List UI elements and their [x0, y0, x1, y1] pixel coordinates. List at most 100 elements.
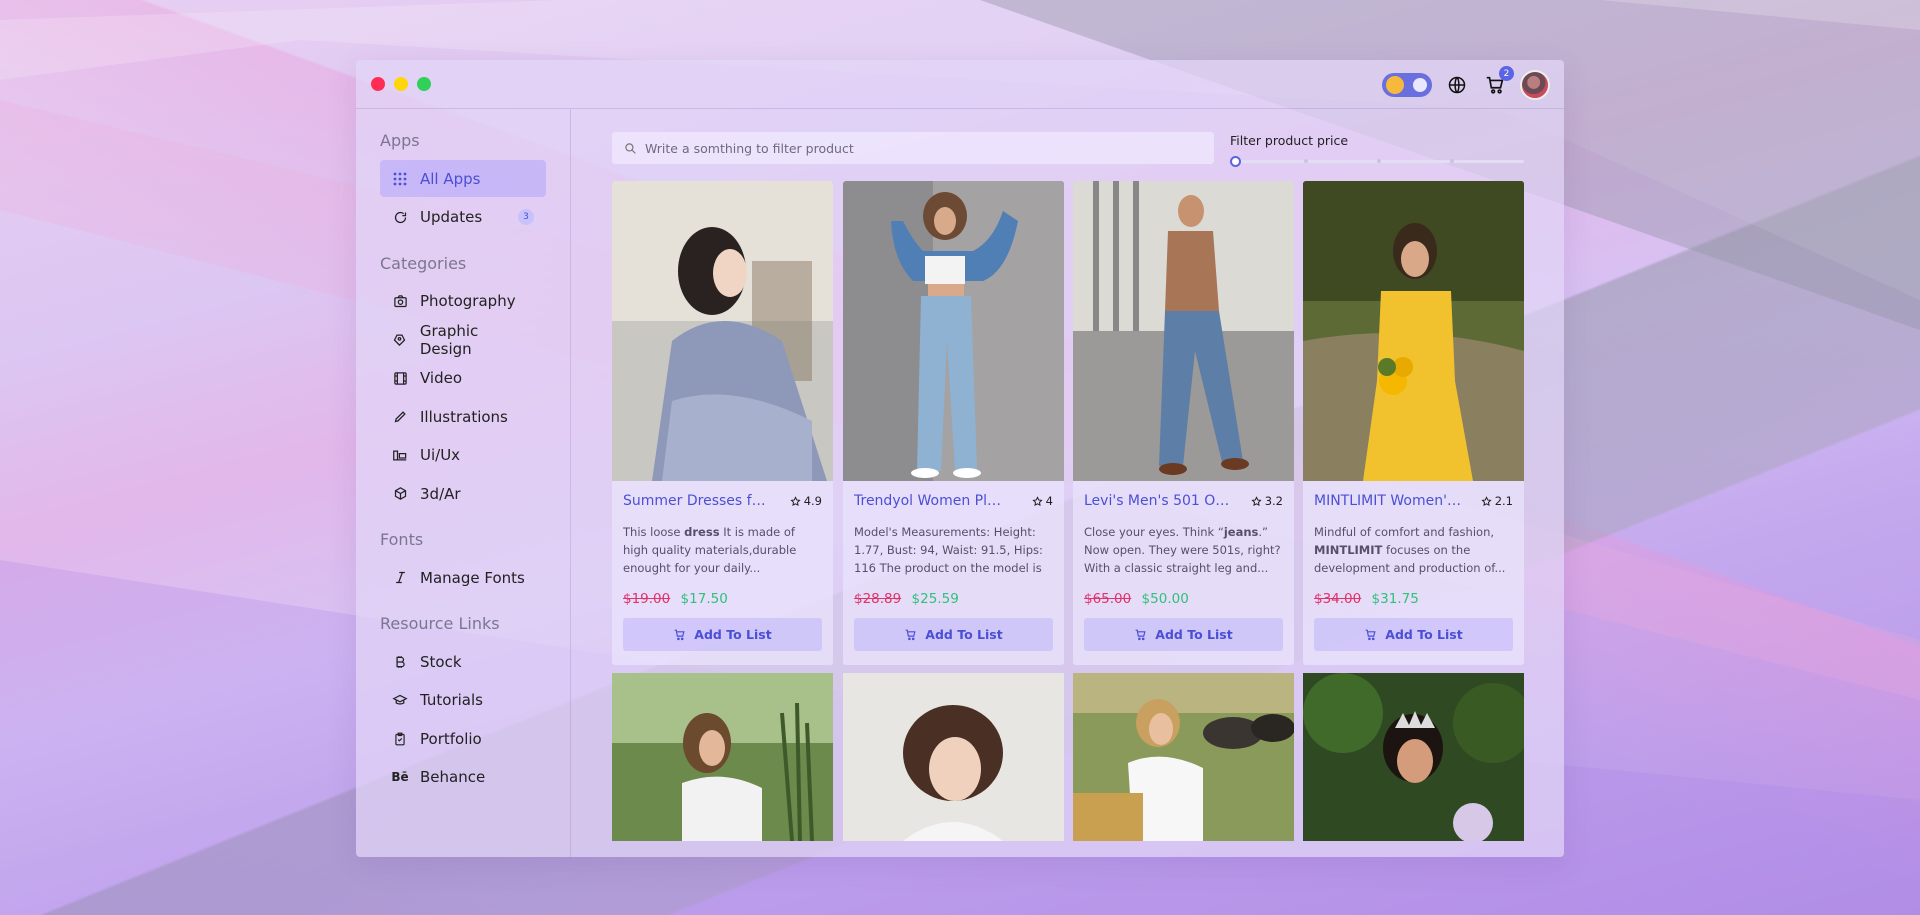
old-price: $65.00 [1084, 591, 1132, 607]
new-price: $31.75 [1371, 591, 1419, 607]
sidebar: Apps All Apps Updates 3 Categories Photo… [356, 109, 571, 857]
product-prices: $65.00 $50.00 [1084, 591, 1283, 607]
updates-count-badge: 3 [518, 209, 534, 225]
add-to-list-button[interactable]: Add To List [1084, 618, 1283, 651]
user-avatar[interactable] [1520, 70, 1550, 100]
search-bar[interactable] [612, 132, 1214, 164]
button-label: Add To List [1385, 627, 1463, 642]
new-price: $50.00 [1141, 591, 1189, 607]
language-button[interactable] [1444, 72, 1470, 98]
product-title[interactable]: MINTLIMIT Women's 1... [1314, 493, 1464, 509]
close-window-button[interactable] [371, 77, 385, 91]
pen-tool-icon [392, 332, 408, 348]
rating-value: 4 [1045, 494, 1053, 508]
sidebar-item-updates[interactable]: Updates 3 [380, 199, 546, 236]
product-description: Mindful of comfort and fashion, MINTLIMI… [1314, 525, 1506, 575]
italic-icon [392, 570, 408, 586]
rating-value: 3.2 [1264, 494, 1283, 508]
sidebar-item-label: Tutorials [420, 691, 483, 709]
sidebar-item-label: Updates [420, 208, 483, 226]
product-card[interactable]: MINTLIMIT Women's 1... 2.1 Mindful of co… [1303, 181, 1524, 665]
sidebar-item-illustrations[interactable]: Illustrations [380, 398, 546, 435]
sidebar-item-manage-fonts[interactable]: Manage Fonts [380, 559, 546, 596]
product-title[interactable]: Trendyol Women Plus... [854, 493, 1004, 509]
product-description: Close your eyes. Think “jeans.” Now open… [1084, 525, 1281, 575]
grid-icon [392, 171, 408, 187]
old-price: $28.89 [854, 591, 902, 607]
button-label: Add To List [1155, 627, 1233, 642]
camera-icon [392, 293, 408, 309]
sidebar-item-tutorials[interactable]: Tutorials [380, 682, 546, 719]
sidebar-item-stock[interactable]: Stock [380, 643, 546, 680]
sidebar-item-graphic-design[interactable]: Graphic Design [380, 321, 546, 358]
search-input[interactable] [645, 140, 1185, 156]
section-title: Apps [380, 131, 420, 150]
product-prices: $19.00 $17.50 [623, 591, 822, 607]
product-title[interactable]: Summer Dresses for... [623, 493, 773, 509]
sidebar-item-label: Illustrations [420, 407, 508, 426]
product-rating: 2.1 [1481, 494, 1513, 508]
slider-thumb[interactable] [1230, 156, 1241, 167]
main-content: Filter product price [612, 109, 1524, 857]
app-window: 2 Apps All Apps Updates 3 Categories Pho… [356, 60, 1564, 857]
sidebar-section-apps: Apps All Apps Updates 3 [380, 131, 546, 236]
cart-icon [1365, 629, 1376, 641]
product-card-image[interactable] [843, 673, 1064, 841]
star-icon [1481, 495, 1492, 506]
cart-icon [674, 629, 685, 641]
search-icon [625, 142, 636, 154]
product-card[interactable]: Levi's Men's 501 Origi... 3.2 Close your… [1073, 181, 1294, 665]
sidebar-item-label: All Apps [420, 169, 481, 188]
sidebar-item-all-apps[interactable]: All Apps [380, 160, 546, 197]
sidebar-item-label: Video [420, 369, 463, 387]
star-icon [1251, 495, 1262, 506]
minimize-window-button[interactable] [394, 77, 408, 91]
sidebar-item-portfolio[interactable]: Portfolio [380, 720, 546, 757]
titlebar: 2 [356, 60, 1564, 109]
sidebar-item-label: Graphic Design [419, 321, 479, 358]
sidebar-item-3d-ar[interactable]: 3d/Ar [380, 475, 546, 512]
old-price: $34.00 [1314, 591, 1362, 607]
product-image [1073, 181, 1294, 481]
slider-tick [1377, 159, 1381, 163]
section-title: Categories [380, 253, 467, 273]
old-price: $19.00 [623, 591, 671, 607]
sidebar-item-ui-ux[interactable]: Ui/Ux [380, 437, 546, 474]
clipboard-icon [392, 731, 408, 747]
sun-icon [1386, 76, 1404, 94]
cart-button[interactable]: 2 [1482, 66, 1514, 98]
add-to-list-button[interactable]: Add To List [623, 618, 822, 651]
sidebar-item-label: Behance [420, 768, 486, 786]
price-slider[interactable] [1230, 156, 1524, 167]
product-rating: 4.9 [790, 494, 822, 508]
add-to-list-button[interactable]: Add To List [854, 618, 1053, 651]
theme-toggle[interactable] [1382, 73, 1432, 97]
product-card-image[interactable] [612, 673, 833, 841]
sidebar-item-label: Photography [420, 292, 516, 310]
product-title[interactable]: Levi's Men's 501 Origi... [1084, 493, 1234, 509]
button-label: Add To List [925, 627, 1003, 642]
rating-value: 4.9 [803, 494, 822, 508]
moon-icon [1413, 78, 1427, 92]
product-image [843, 181, 1064, 481]
add-to-list-button[interactable]: Add To List [1314, 618, 1513, 651]
cart-icon [1135, 629, 1146, 641]
product-card-image[interactable] [1073, 673, 1294, 841]
film-icon [392, 370, 408, 386]
product-prices: $34.00 $31.75 [1314, 591, 1513, 607]
new-price: $25.59 [911, 591, 959, 607]
sidebar-item-photography[interactable]: Photography [380, 283, 546, 320]
slider-tick [1450, 159, 1454, 163]
product-card[interactable]: Summer Dresses for... 4.9 This loose dre… [612, 181, 833, 665]
maximize-window-button[interactable] [417, 77, 431, 91]
behance-icon: Bē [391, 770, 409, 784]
sidebar-item-behance[interactable]: Bē Behance [380, 759, 546, 796]
product-prices: $28.89 $25.59 [854, 591, 1053, 607]
product-card[interactable]: Trendyol Women Plus... 4 Model's Measure… [843, 181, 1064, 665]
button-label: Add To List [694, 627, 772, 642]
rating-value: 2.1 [1494, 494, 1513, 508]
cube-icon [392, 486, 408, 502]
product-card-image[interactable] [1303, 673, 1524, 841]
sidebar-section-resource-links: Resource Links Stock Tutorials Portfolio [380, 614, 546, 796]
sidebar-item-video[interactable]: Video [380, 360, 546, 397]
